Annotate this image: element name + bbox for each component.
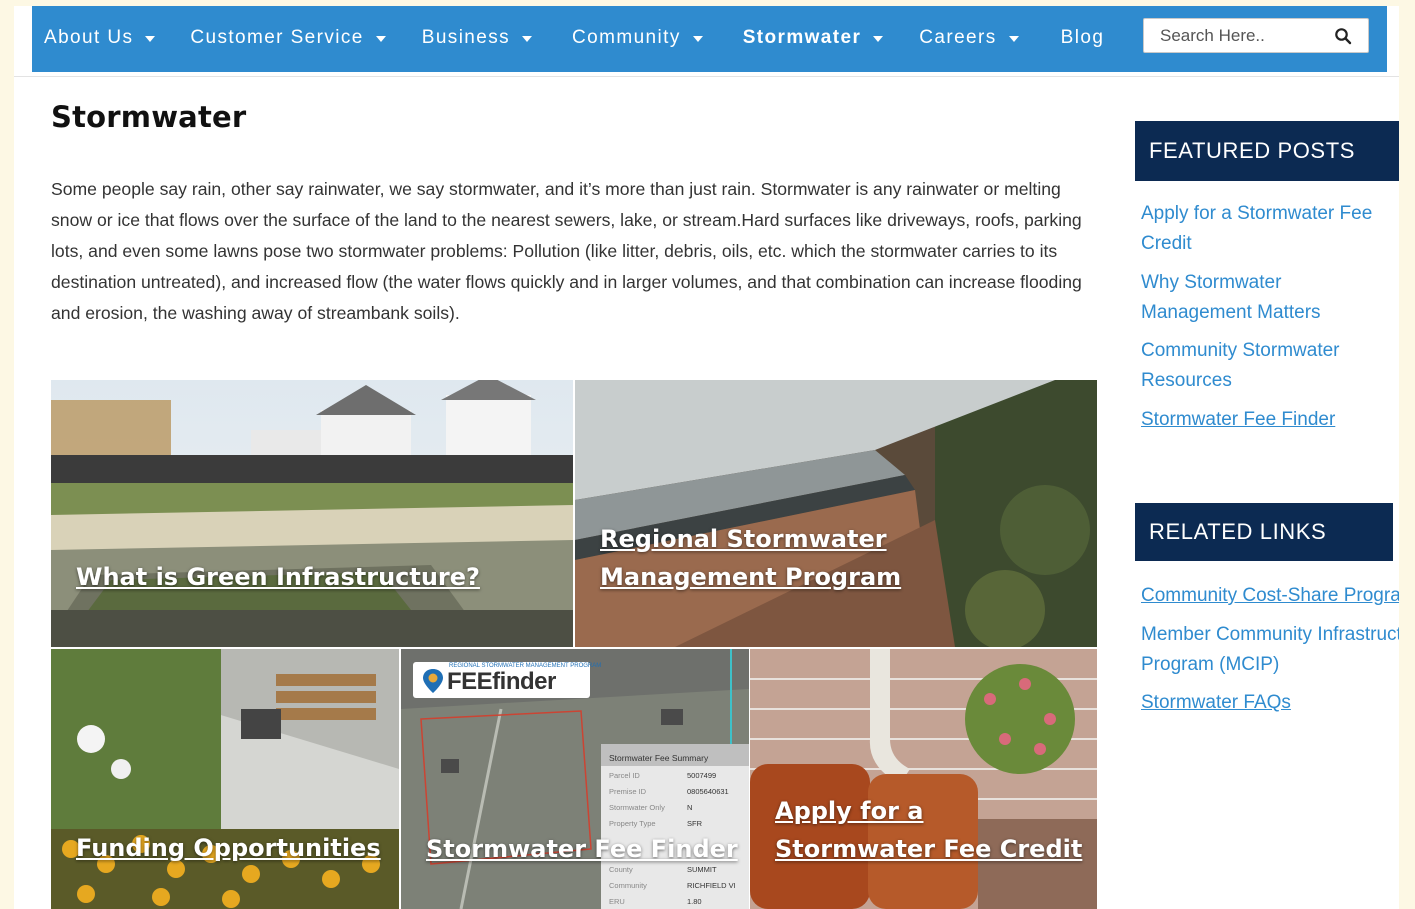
nav-item-community[interactable]: Community	[572, 27, 703, 49]
garden-bench-photo	[51, 649, 399, 909]
fee-summary-row: Community RICHFIELD VI	[609, 881, 736, 890]
related-link-cost-share[interactable]: Community Cost-Share Program	[1141, 581, 1399, 611]
nav-item-stormwater[interactable]: Stormwater	[743, 27, 884, 49]
tile-label: What is Green Infrastructure?	[76, 563, 480, 591]
caret-down-icon	[873, 36, 884, 42]
related-links-heading: RELATED LINKS	[1135, 503, 1393, 561]
tile-fee-finder[interactable]: REGIONAL STORMWATER MANAGEMENT PROGRAM F…	[401, 649, 749, 909]
tile-label: Regional Stormwater Management Program	[600, 525, 902, 591]
main-nav: About Us Customer Service Business Commu…	[32, 6, 1387, 72]
tile-green-infrastructure[interactable]: What is Green Infrastructure?	[51, 380, 573, 647]
related-link-faqs[interactable]: Stormwater FAQs	[1141, 688, 1291, 718]
nav-item-label: Business	[421, 27, 511, 48]
caret-down-icon	[692, 36, 703, 42]
nav-item-label: Community	[572, 27, 681, 48]
featured-link-apply-fee-credit[interactable]: Apply for a Stormwater Fee Credit	[1141, 199, 1386, 259]
header-divider	[14, 76, 1399, 77]
intro-paragraph: Some people say rain, other say rainwate…	[51, 179, 1082, 323]
tile-label: Funding Opportunities	[76, 834, 381, 862]
caret-down-icon	[375, 36, 386, 42]
fee-summary-row: Parcel ID 5007499	[609, 771, 717, 780]
map-pin-icon	[423, 669, 443, 693]
caret-down-icon	[1008, 36, 1019, 42]
nav-item-label: Stormwater	[742, 27, 862, 48]
search-input[interactable]	[1144, 19, 1324, 52]
tile-label: Apply for a Stormwater Fee Credit	[775, 797, 1083, 863]
nav-item-label: Careers	[919, 27, 997, 48]
rain-barrel-photo	[750, 649, 1097, 909]
caret-down-icon	[145, 36, 156, 42]
fee-summary-row: Premise ID 0805640631	[609, 787, 729, 796]
related-link-mcip[interactable]: Member Community Infrastructure Program …	[1141, 620, 1399, 680]
nav-item-label: Blog	[1060, 27, 1105, 48]
nav-item-blog[interactable]: Blog	[1061, 27, 1105, 49]
featured-link-community-resources[interactable]: Community Stormwater Resources	[1141, 336, 1386, 396]
fee-finder-logo: REGIONAL STORMWATER MANAGEMENT PROGRAM F…	[413, 662, 601, 698]
nav-items: About Us Customer Service Business Commu…	[44, 23, 1104, 53]
gutter-photo	[575, 380, 1097, 647]
fee-summary-title: Stormwater Fee Summary	[609, 753, 709, 763]
featured-link-why-stormwater-matters[interactable]: Why Stormwater Management Matters	[1141, 268, 1386, 328]
logo-wordmark: FEEfinder	[447, 668, 556, 695]
tile-label: Stormwater Fee Finder	[426, 835, 738, 863]
page-title: Stormwater	[51, 100, 247, 134]
search-box	[1143, 18, 1369, 53]
nav-item-careers[interactable]: Careers	[919, 27, 1019, 49]
tile-funding-opportunities[interactable]: Funding Opportunities	[51, 649, 399, 909]
page: About Us Customer Service Business Commu…	[14, 6, 1399, 909]
nav-item-business[interactable]: Business	[421, 27, 533, 49]
nav-item-customer-service[interactable]: Customer Service	[190, 27, 386, 49]
green-infrastructure-photo	[51, 380, 573, 647]
fee-summary-row: Stormwater Only N	[609, 803, 693, 812]
caret-down-icon	[522, 36, 533, 42]
tile-apply-fee-credit[interactable]: Apply for a Stormwater Fee Credit	[750, 649, 1097, 909]
fee-summary-row: ERU 1.80	[609, 897, 702, 906]
tile-regional-program[interactable]: Regional Stormwater Management Program	[575, 380, 1097, 647]
featured-posts-heading: FEATURED POSTS	[1135, 121, 1399, 181]
nav-item-label: Customer Service	[190, 27, 364, 48]
nav-item-label: About Us	[44, 27, 134, 48]
nav-item-about-us[interactable]: About Us	[44, 27, 156, 49]
search-icon[interactable]	[1334, 27, 1352, 45]
featured-link-fee-finder[interactable]: Stormwater Fee Finder	[1141, 405, 1335, 435]
fee-summary-card: Stormwater Fee Summary Parcel ID 5007499…	[607, 747, 749, 909]
